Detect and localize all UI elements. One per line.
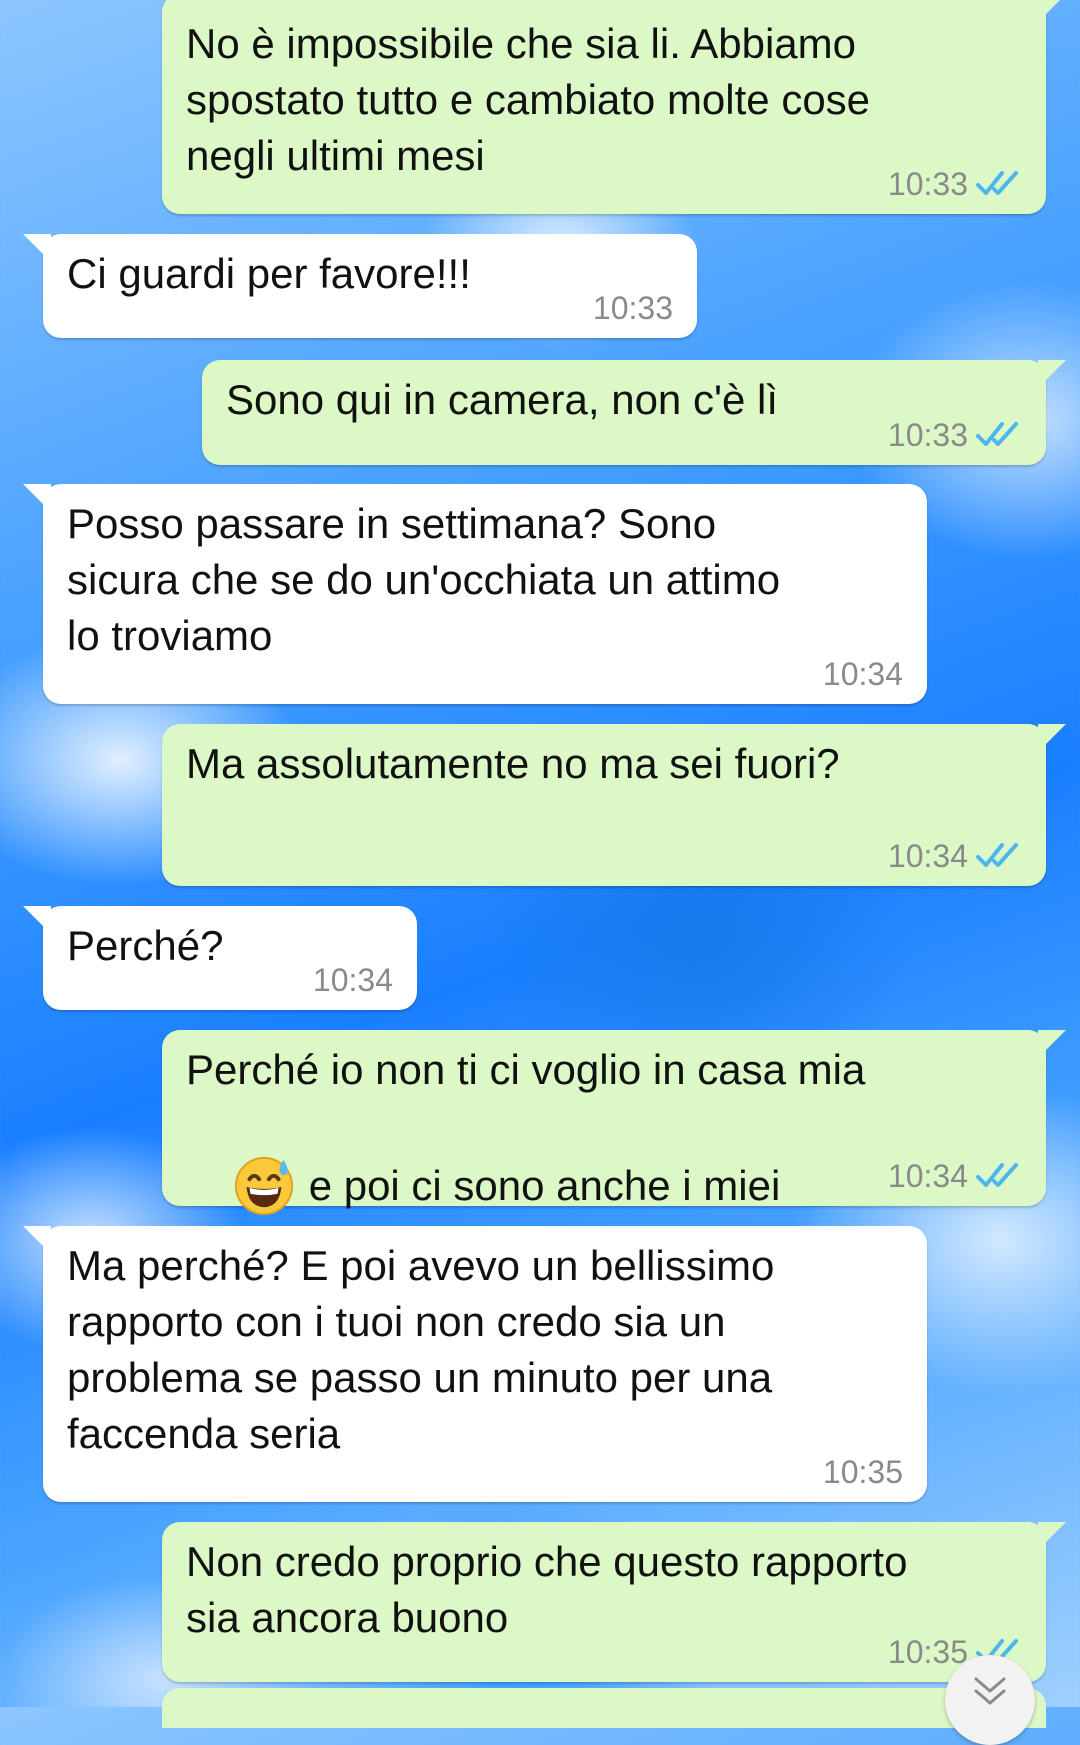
message-time: 10:35 — [887, 1634, 968, 1670]
message-meta: 10:35 — [823, 1454, 903, 1490]
grinning-face-with-sweat-emoji — [234, 1156, 293, 1216]
message-bubble-outgoing[interactable]: Non credo proprio che questo rapporto si… — [162, 1522, 1066, 1682]
message-meta: 10:34 — [888, 1158, 1022, 1194]
scroll-to-bottom-button[interactable] — [945, 1655, 1035, 1745]
message-bubble-incoming[interactable]: Perché? 10:34 — [23, 906, 417, 1010]
message-text: Non credo proprio che questo rapporto si… — [186, 1538, 908, 1641]
double-check-read-icon — [976, 1163, 1018, 1187]
message-meta: 10:34 — [313, 962, 393, 998]
message-meta: 10:33 — [888, 417, 1022, 453]
message-text-line-1: Perché io non ti ci voglio in casa mia — [186, 1046, 866, 1093]
double-check-read-icon — [976, 843, 1018, 867]
message-time: 10:33 — [592, 290, 673, 326]
message-meta: 10:33 — [593, 290, 673, 326]
message-text: Ci guardi per favore!!! — [67, 250, 471, 297]
message-bubble-outgoing[interactable]: Ma assolutamente no ma sei fuori? 10:34 — [162, 724, 1066, 886]
message-time: 10:34 — [887, 1158, 968, 1194]
message-time: 10:34 — [822, 656, 903, 692]
message-bubble-outgoing-partial[interactable] — [162, 1688, 1046, 1728]
chevron-down-icon — [974, 1677, 1006, 1705]
message-bubble-outgoing[interactable]: No è impossibile che sia li. Abbiamo spo… — [162, 0, 1066, 214]
message-bubble-incoming[interactable]: Posso passare in settimana? Sono sicura … — [23, 484, 927, 704]
message-meta: 10:34 — [888, 838, 1022, 874]
message-bubble-outgoing[interactable]: Perché io non ti ci voglio in casa mia e… — [162, 1030, 1066, 1216]
message-time: 10:33 — [887, 417, 968, 453]
message-bubble-incoming[interactable]: Ci guardi per favore!!! 10:33 — [23, 234, 697, 338]
message-text: No è impossibile che sia li. Abbiamo spo… — [186, 20, 871, 179]
message-text: Posso passare in settimana? Sono sicura … — [67, 500, 781, 659]
message-bubble-outgoing[interactable]: Sono qui in camera, non c'è lì 10:33 — [202, 360, 1066, 465]
message-text: Ma perché? E poi avevo un bellissimo rap… — [67, 1242, 775, 1457]
message-time: 10:34 — [312, 962, 393, 998]
message-meta: 10:34 — [823, 656, 903, 692]
double-check-read-icon — [976, 422, 1018, 446]
message-time: 10:34 — [887, 838, 968, 874]
message-time: 10:33 — [887, 166, 968, 202]
message-text-line-2-text: e poi ci sono anche i miei — [308, 1162, 781, 1210]
message-bubble-incoming[interactable]: Ma perché? E poi avevo un bellissimo rap… — [23, 1226, 927, 1502]
message-text: Ma assolutamente no ma sei fuori? — [186, 740, 840, 787]
double-check-read-icon — [976, 171, 1018, 195]
message-meta: 10:33 — [888, 166, 1022, 202]
message-time: 10:35 — [822, 1454, 903, 1490]
